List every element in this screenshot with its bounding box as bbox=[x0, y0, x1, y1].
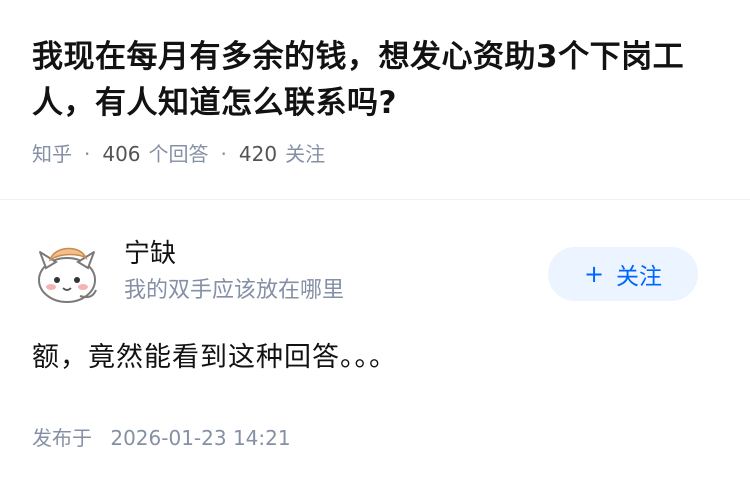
question-title[interactable]: 我现在每月有多余的钱，想发心资助3个下岗工人，有人知道怎么联系吗? bbox=[32, 34, 714, 126]
follow-button[interactable]: + 关注 bbox=[548, 247, 698, 301]
question-header: 我现在每月有多余的钱，想发心资助3个下岗工人，有人知道怎么联系吗? 知乎 · 4… bbox=[0, 0, 750, 168]
follow-button-label: 关注 bbox=[616, 264, 663, 290]
source-label[interactable]: 知乎 bbox=[32, 140, 72, 168]
follower-count-label: 关注 bbox=[285, 142, 326, 166]
zhihu-answer-page: 我现在每月有多余的钱，想发心资助3个下岗工人，有人知道怎么联系吗? 知乎 · 4… bbox=[0, 0, 750, 490]
author-name[interactable]: 宁缺 bbox=[124, 236, 176, 272]
meta-separator: · bbox=[84, 142, 91, 166]
follower-count: 420 bbox=[238, 142, 278, 166]
plus-icon: + bbox=[583, 260, 605, 288]
answer-count-label: 个回答 bbox=[148, 142, 209, 166]
publish-time: 2026-01-23 14:21 bbox=[110, 426, 291, 450]
author-avatar[interactable] bbox=[32, 238, 102, 308]
author-row: 宁缺 我的双手应该放在哪里 + 关注 bbox=[32, 234, 718, 308]
answer-card: 宁缺 我的双手应该放在哪里 + 关注 额，竟然能看到这种回答。。。 发布于 20… bbox=[0, 200, 750, 490]
publish-info: 发布于 2026-01-23 14:21 bbox=[32, 424, 291, 452]
meta-separator-2: · bbox=[220, 142, 227, 166]
cartoon-cat-avatar-icon bbox=[32, 238, 102, 308]
author-bio: 我的双手应该放在哪里 bbox=[124, 278, 345, 303]
question-meta: 知乎 · 406 个回答 · 420 关注 bbox=[32, 140, 714, 168]
publish-label: 发布于 bbox=[32, 426, 92, 450]
answer-count: 406 bbox=[102, 142, 141, 166]
answer-content: 额，竟然能看到这种回答。。。 bbox=[32, 342, 397, 373]
